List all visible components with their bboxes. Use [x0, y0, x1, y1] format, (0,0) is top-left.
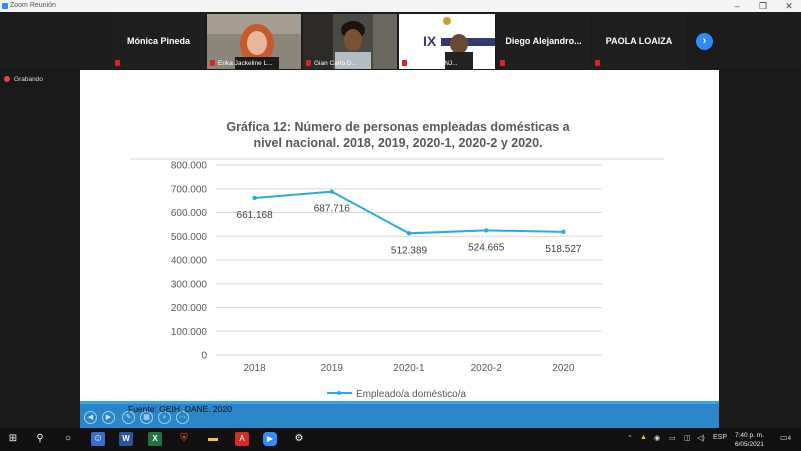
- excel-icon[interactable]: X: [148, 432, 162, 446]
- battery-icon[interactable]: ▭: [669, 434, 676, 442]
- participant-tile-giancarlo[interactable]: Gian Carlo D...: [303, 14, 397, 69]
- notification-center-icon[interactable]: ▭4: [780, 433, 791, 442]
- line-chart: Gráfica 12: Número de personas empleadas…: [130, 120, 664, 400]
- taskbar: ⊞ ⚲ ○ ☺ W X ⛨ ▬ A ▶ ⚙ ⌃ ▲ ◉ ▭ ◫ ◁) ESP 7…: [0, 428, 801, 451]
- legend-marker: [337, 391, 341, 395]
- notification-count: 4: [787, 436, 791, 442]
- chart-title-line1: Gráfica 12: Número de personas empleadas…: [226, 120, 570, 134]
- data-label: 512.389: [391, 245, 428, 256]
- chart-grid: [216, 164, 602, 356]
- tray-chevron-icon[interactable]: ⌃: [627, 434, 633, 442]
- banner-text: IX: [423, 33, 437, 49]
- word-icon[interactable]: W: [119, 432, 133, 446]
- previous-slide-icon[interactable]: ◀: [84, 411, 97, 424]
- x-tick-label: 2020-1: [393, 363, 425, 374]
- acrobat-icon[interactable]: A: [235, 432, 249, 446]
- muted-mic-icon: [306, 60, 311, 66]
- y-tick-label: 200.000: [171, 303, 208, 314]
- minimize-icon[interactable]: –: [724, 0, 750, 12]
- y-tick-label: 300.000: [171, 279, 208, 290]
- y-tick-label: 500.000: [171, 232, 208, 243]
- tray-app-icon[interactable]: ▲: [640, 434, 647, 441]
- clock-date: 6/05/2021: [735, 441, 764, 448]
- participant-name: PAOLA LOAIZA: [605, 36, 673, 46]
- search-icon[interactable]: ⚲: [33, 432, 47, 446]
- windows-start-icon[interactable]: ⊞: [6, 432, 20, 446]
- x-tick-label: 2019: [321, 363, 344, 374]
- data-point: [252, 195, 257, 201]
- data-point: [484, 228, 489, 233]
- x-axis: 2018 2019 2020-1 2020-2 2020: [243, 363, 574, 374]
- zoom-taskbar-icon[interactable]: ▶: [263, 432, 277, 446]
- participant-tile-diego[interactable]: Diego Alejandro...: [497, 14, 590, 69]
- cortana-icon[interactable]: ○: [61, 432, 75, 446]
- system-clock[interactable]: 7:40 p. m. 6/05/2021: [735, 431, 764, 449]
- participant-tile-erika[interactable]: Erika Jackeline L...: [207, 14, 301, 69]
- participant-tile-efrain[interactable]: IX EFRAIN TUNJ...: [399, 14, 495, 69]
- record-icon: [4, 76, 10, 83]
- window-titlebar: Zoom Reunión – ❐ ✕: [0, 0, 801, 12]
- muted-mic-icon: [210, 60, 215, 66]
- y-tick-label: 800.000: [171, 161, 208, 172]
- participant-name: EFRAIN TUNJ...: [410, 60, 458, 67]
- participant-name: Gian Carlo D...: [314, 60, 357, 67]
- y-tick-label: 400.000: [171, 256, 208, 267]
- y-axis: 0 100.000 200.000 300.000 400.000 500.000 600.…: [171, 161, 208, 362]
- chart-legend: Empleado/a doméstico/a: [327, 389, 467, 400]
- brave-browser-icon[interactable]: ⛨: [177, 432, 191, 446]
- participant-name: Diego Alejandro...: [505, 36, 582, 46]
- next-slide-icon[interactable]: ▶: [102, 411, 115, 424]
- x-tick-label: 2018: [243, 363, 266, 374]
- x-tick-label: 2020-2: [471, 363, 503, 374]
- volume-icon[interactable]: ◁): [697, 434, 705, 442]
- y-tick-label: 600.000: [171, 208, 208, 219]
- next-page-button[interactable]: ›: [696, 33, 713, 50]
- data-label: 661.168: [237, 210, 274, 221]
- tray-app-icon[interactable]: ◉: [654, 434, 660, 442]
- y-tick-label: 100.000: [171, 327, 208, 338]
- window-title: Zoom Reunión: [10, 2, 56, 9]
- file-explorer-icon[interactable]: ▬: [206, 432, 220, 446]
- clock-time: 7:40 p. m.: [735, 432, 764, 439]
- slide-source-note: Fuente: GEIH, DANE. 2020: [128, 404, 232, 414]
- legend-label: Empleado/a doméstico/a: [356, 389, 467, 400]
- participant-tile-monica[interactable]: Mónica Pineda: [112, 14, 205, 69]
- muted-mic-icon: [595, 60, 600, 66]
- chart-title-line2: nivel nacional. 2018, 2019, 2020-1, 2020…: [253, 136, 542, 150]
- network-icon[interactable]: ◫: [684, 434, 691, 442]
- muted-mic-icon: [115, 60, 120, 66]
- data-point: [406, 231, 412, 236]
- close-icon[interactable]: ✕: [776, 0, 801, 12]
- x-tick-label: 2020: [552, 363, 575, 374]
- participant-name: Mónica Pineda: [126, 36, 190, 46]
- settings-gear-icon[interactable]: ⚙: [292, 432, 306, 446]
- y-tick-label: 700.000: [171, 184, 208, 195]
- contacts-app-icon[interactable]: ☺: [91, 432, 105, 446]
- zoom-app-icon: [2, 3, 8, 9]
- data-point: [329, 189, 334, 194]
- language-indicator[interactable]: ESP: [713, 434, 727, 441]
- recording-indicator: Grabando: [4, 76, 43, 83]
- muted-mic-icon: [500, 60, 505, 66]
- muted-mic-icon: [402, 60, 407, 66]
- y-tick-label: 0: [201, 351, 207, 362]
- data-label: 524.665: [468, 242, 505, 253]
- maximize-icon[interactable]: ❐: [750, 0, 776, 12]
- data-label: 687.716: [314, 204, 351, 215]
- participant-name: Erika Jackeline L...: [218, 60, 273, 67]
- data-label: 518.527: [545, 244, 582, 255]
- chart-series: 661.168 687.716 512.389 524.665 518.527: [237, 189, 582, 256]
- shared-slide: Gráfica 12: Número de personas empleadas…: [80, 70, 719, 401]
- participant-tile-paola[interactable]: PAOLA LOAIZA: [592, 14, 686, 69]
- recording-label: Grabando: [14, 76, 43, 83]
- data-point: [561, 229, 566, 235]
